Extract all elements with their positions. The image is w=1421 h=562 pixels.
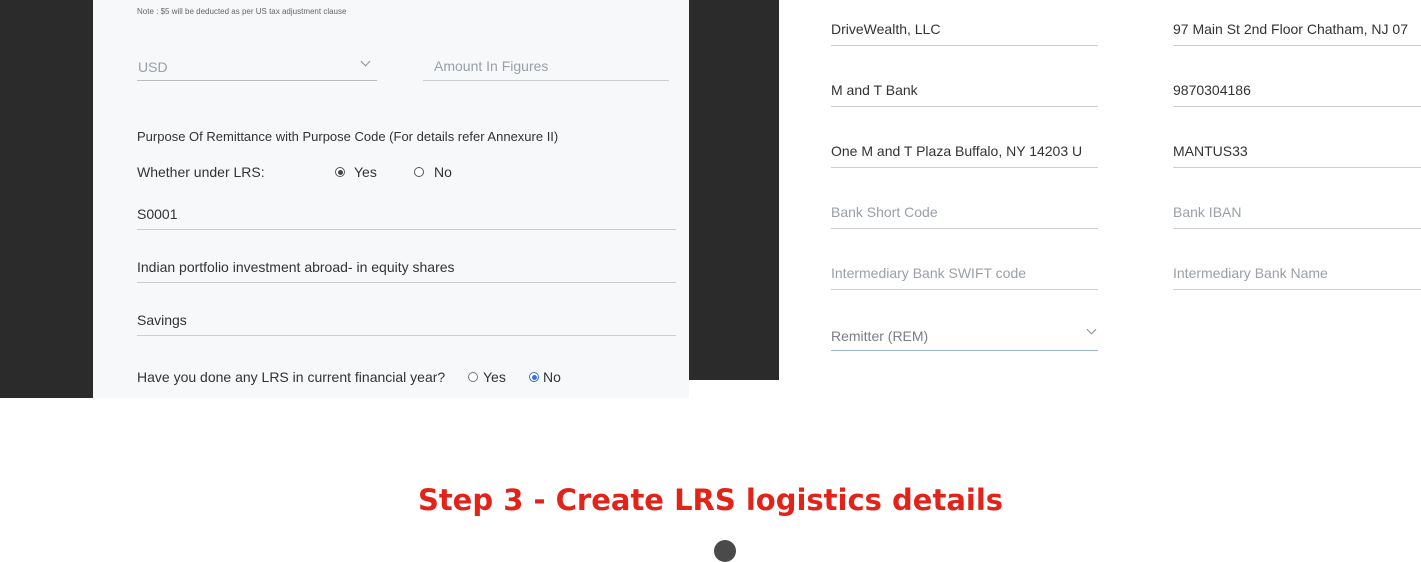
bank-short-code-placeholder: Bank Short Code: [831, 204, 938, 220]
purpose-description-value: Indian portfolio investment abroad- in e…: [137, 259, 455, 275]
bank-iban-input[interactable]: Bank IBAN: [1173, 197, 1421, 229]
beneficiary-address-value: 97 Main St 2nd Floor Chatham, NJ 07: [1173, 21, 1409, 37]
intermediary-name-input[interactable]: Intermediary Bank Name: [1173, 258, 1421, 290]
chevron-down-icon: [1086, 324, 1097, 335]
intermediary-name-underline: [1173, 289, 1421, 290]
radio-unchecked-icon: [414, 167, 424, 177]
beneficiary-name-field[interactable]: DriveWealth, LLC: [831, 14, 1098, 46]
timeline-dot: [714, 540, 736, 562]
bank-address-underline: [831, 167, 1098, 168]
swift-code-value: MANTUS33: [1173, 143, 1248, 159]
intermediary-swift-placeholder: Intermediary Bank SWIFT code: [831, 265, 1027, 281]
bank-iban-placeholder: Bank IBAN: [1173, 204, 1242, 220]
account-type-value: Savings: [137, 312, 187, 328]
swift-code-field[interactable]: MANTUS33: [1173, 136, 1421, 168]
bank-address-value: One M and T Plaza Buffalo, NY 14203 U: [831, 143, 1083, 159]
currency-underline: [137, 80, 377, 81]
beneficiary-name-value: DriveWealth, LLC: [831, 21, 941, 37]
lrs-current-no-radio[interactable]: No: [529, 367, 574, 387]
lrs-no-label: No: [434, 164, 452, 180]
lrs-yes-label: Yes: [354, 164, 377, 180]
lrs-current-yes-label: Yes: [483, 369, 506, 385]
account-number-field[interactable]: 9870304186: [1173, 75, 1421, 107]
purpose-description-field[interactable]: Indian portfolio investment abroad- in e…: [137, 253, 676, 283]
amount-input[interactable]: Amount In Figures: [423, 48, 669, 82]
left-dark-band: [0, 0, 93, 398]
bank-short-code-underline: [831, 228, 1098, 229]
purpose-code-underline: [137, 229, 676, 230]
lrs-current-yes-radio[interactable]: Yes: [468, 367, 516, 387]
currency-value: USD: [138, 59, 168, 75]
bank-name-field[interactable]: M and T Bank: [831, 75, 1098, 107]
step-title: Step 3 - Create LRS logistics details: [417, 483, 1004, 517]
bank-address-field[interactable]: One M and T Plaza Buffalo, NY 14203 U: [831, 136, 1098, 168]
account-type-underline: [137, 335, 676, 336]
purpose-code-value: S0001: [137, 206, 178, 222]
bank-name-value: M and T Bank: [831, 82, 918, 98]
amount-underline: [423, 80, 669, 81]
radio-checked-icon: [335, 167, 345, 177]
charges-select[interactable]: Remitter (REM): [831, 320, 1098, 352]
account-number-underline: [1173, 106, 1421, 107]
account-number-value: 9870304186: [1173, 82, 1251, 98]
charges-value: Remitter (REM): [831, 328, 929, 344]
charges-underline: [831, 350, 1098, 351]
amount-placeholder: Amount In Figures: [434, 58, 549, 74]
lrs-yes-radio[interactable]: Yes: [335, 162, 395, 182]
swift-code-underline: [1173, 167, 1421, 168]
account-type-field[interactable]: Savings: [137, 306, 676, 336]
beneficiary-address-field[interactable]: 97 Main St 2nd Floor Chatham, NJ 07: [1173, 14, 1421, 46]
lrs-question-label: Whether under LRS:: [137, 164, 265, 180]
purpose-description-underline: [137, 282, 676, 283]
radio-checked-icon: [529, 372, 539, 382]
beneficiary-form-panel: DriveWealth, LLC 97 Main St 2nd Floor Ch…: [779, 0, 1421, 380]
purpose-code-field[interactable]: S0001: [137, 200, 676, 230]
lrs-current-no-label: No: [543, 369, 561, 385]
bank-iban-underline: [1173, 228, 1421, 229]
beneficiary-address-underline: [1173, 45, 1421, 46]
bank-name-underline: [831, 106, 1098, 107]
radio-unchecked-icon: [468, 372, 478, 382]
intermediary-name-placeholder: Intermediary Bank Name: [1173, 265, 1328, 281]
lrs-current-year-label: Have you done any LRS in current financi…: [137, 369, 446, 385]
beneficiary-name-underline: [831, 45, 1098, 46]
intermediary-swift-underline: [831, 289, 1098, 290]
bank-short-code-input[interactable]: Bank Short Code: [831, 197, 1098, 229]
middle-dark-band: [689, 0, 779, 380]
currency-select[interactable]: USD: [137, 50, 377, 82]
purpose-heading: Purpose Of Remittance with Purpose Code …: [137, 129, 559, 144]
tax-note: Note : $5 will be deducted as per US tax…: [137, 7, 347, 16]
intermediary-swift-input[interactable]: Intermediary Bank SWIFT code: [831, 258, 1098, 290]
remittance-form-panel: Note : $5 will be deducted as per US tax…: [93, 0, 689, 398]
lrs-no-radio[interactable]: No: [414, 162, 464, 182]
chevron-down-icon: [360, 56, 371, 67]
